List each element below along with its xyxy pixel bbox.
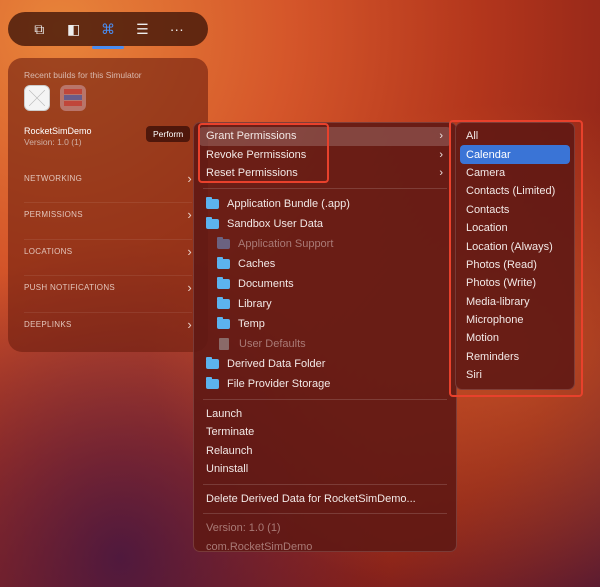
recent-builds-label: Recent builds for this Simulator	[24, 70, 142, 80]
section-label: PERMISSIONS	[24, 210, 83, 219]
label: File Provider Storage	[227, 377, 331, 390]
context-menu: Grant Permissions › Revoke Permissions › R…	[193, 122, 457, 553]
highlight-box-permissions	[198, 123, 329, 183]
menu-item-relaunch[interactable]: Relaunch	[199, 442, 451, 461]
chevron-right-icon: ›	[187, 207, 192, 222]
app-icon-rocketsim[interactable]	[60, 85, 86, 111]
document-icon	[219, 337, 229, 350]
highlight-box-submenu	[449, 120, 583, 397]
label: Application Bundle (.app)	[227, 197, 350, 210]
chevron-right-icon: ›	[187, 317, 192, 332]
section-deeplinks[interactable]: DEEPLINKS ›	[24, 312, 192, 336]
folder-icon	[217, 256, 230, 269]
menu-item-sandbox-user-data[interactable]: Sandbox User Data	[199, 214, 451, 234]
section-networking[interactable]: NETWORKING ›	[24, 166, 192, 190]
folder-icon	[206, 376, 219, 389]
app-name: RocketSimDemo	[24, 126, 92, 136]
folder-icon	[206, 196, 219, 209]
folder-icon	[217, 316, 230, 329]
menu-item-library[interactable]: Library	[199, 294, 451, 314]
label: User Defaults	[239, 337, 306, 350]
menu-item-documents[interactable]: Documents	[199, 274, 451, 294]
folder-icon	[217, 236, 230, 249]
section-label: PUSH NOTIFICATIONS	[24, 283, 116, 292]
section-permissions[interactable]: PERMISSIONS ›	[24, 202, 192, 226]
chevron-right-icon: ›	[439, 148, 443, 161]
chevron-right-icon: ›	[187, 244, 192, 259]
menu-item-delete-derived-data[interactable]: Delete Derived Data for RocketSimDemo...	[199, 490, 451, 509]
command-icon[interactable]: ⌘	[91, 21, 124, 49]
folder-icon	[206, 216, 219, 229]
perform-button[interactable]: Perform	[146, 126, 191, 142]
label: Documents	[238, 277, 294, 290]
section-label: DEEPLINKS	[24, 320, 72, 329]
menu-item-uninstall[interactable]: Uninstall	[199, 460, 451, 479]
section-label: LOCATIONS	[24, 247, 73, 256]
more-icon[interactable]: ···	[165, 21, 189, 37]
label: Caches	[238, 257, 276, 270]
label: Library	[238, 297, 272, 310]
label: Derived Data Folder	[227, 357, 326, 370]
label: Sandbox User Data	[227, 217, 323, 230]
app-version: Version: 1.0 (1)	[24, 137, 82, 147]
separator	[203, 187, 447, 189]
toggles-icon[interactable]: ☰	[130, 21, 154, 38]
menu-item-file-provider-storage[interactable]: File Provider Storage	[199, 374, 451, 394]
label: Temp	[238, 317, 265, 330]
chevron-right-icon: ›	[439, 167, 443, 180]
screenshot-icon[interactable]: ⧉	[27, 21, 51, 38]
folder-icon	[217, 276, 230, 289]
label: Application Support	[238, 237, 334, 250]
section-locations[interactable]: LOCATIONS ›	[24, 239, 192, 263]
separator	[203, 513, 447, 514]
menu-bundle-id: com.RocketSimDemo	[206, 540, 313, 553]
simulator-panel: Recent builds for this Simulator RocketS…	[8, 58, 208, 352]
menu-item-application-support: Application Support	[199, 234, 451, 254]
chevron-right-icon: ›	[187, 280, 192, 295]
menu-version: Version: 1.0 (1)	[206, 522, 281, 535]
section-label: NETWORKING	[24, 173, 83, 183]
menu-item-terminate[interactable]: Terminate	[199, 423, 451, 442]
menu-item-derived-data-folder[interactable]: Derived Data Folder	[199, 354, 451, 374]
chevron-right-icon: ›	[439, 130, 443, 143]
menu-item-application-bundle[interactable]: Application Bundle (.app)	[199, 194, 451, 214]
folder-icon	[206, 356, 219, 369]
folder-icon	[217, 296, 230, 309]
separator	[203, 483, 447, 485]
toolbar: ⧉ ◧ ⌘ ☰ ···	[8, 12, 208, 49]
sidebar-icon[interactable]: ◧	[62, 21, 86, 38]
chevron-right-icon: ›	[187, 170, 192, 186]
menu-item-temp[interactable]: Temp	[199, 314, 451, 334]
section-push-notifications[interactable]: PUSH NOTIFICATIONS ›	[24, 275, 192, 299]
menu-item-caches[interactable]: Caches	[199, 254, 451, 274]
separator	[203, 398, 447, 400]
menu-item-user-defaults: User Defaults	[199, 334, 451, 354]
menu-item-launch[interactable]: Launch	[199, 405, 451, 424]
app-icon-placeholder[interactable]	[24, 85, 50, 111]
